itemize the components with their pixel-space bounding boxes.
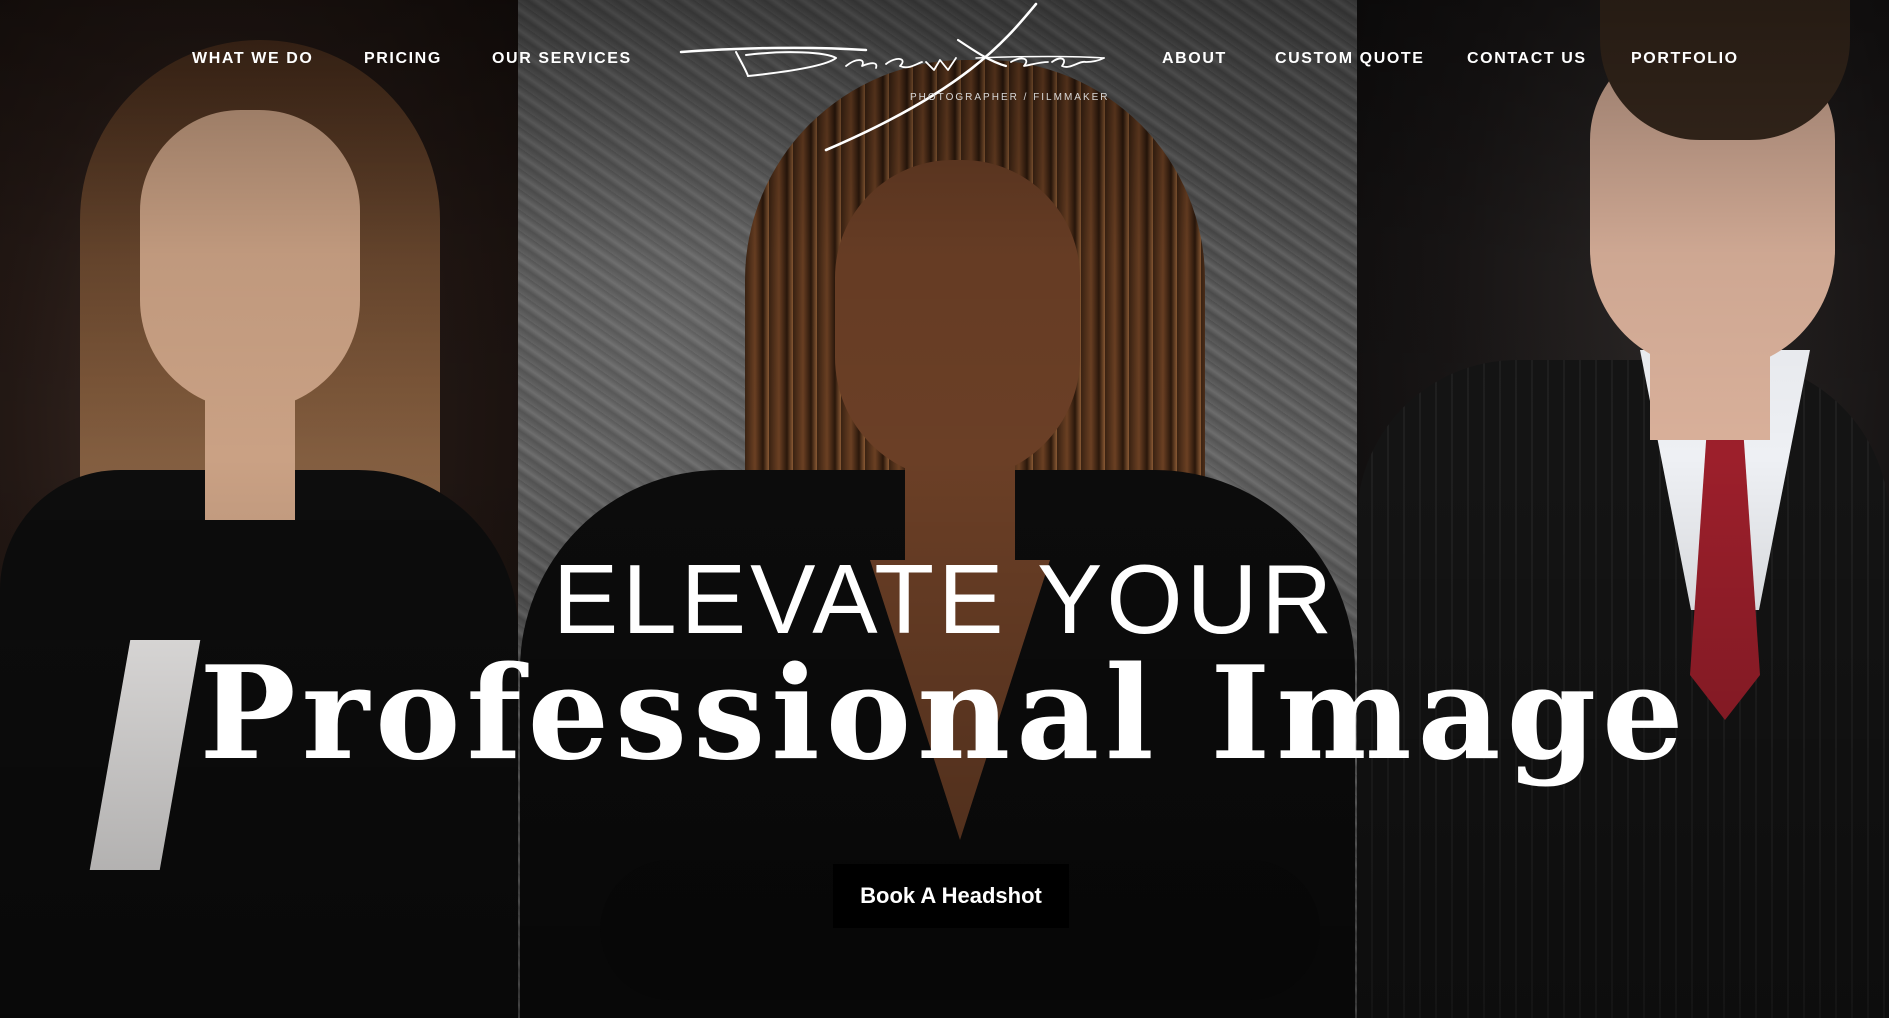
nav-contact-us[interactable]: CONTACT US [1467,50,1587,68]
nav-what-we-do[interactable]: WHAT WE DO [192,50,313,68]
nav-about[interactable]: ABOUT [1162,50,1227,68]
headline-top: ELEVATE YOUR [552,544,1337,654]
nav-custom-quote[interactable]: CUSTOM QUOTE [1275,50,1425,68]
logo-tagline: PHOTOGRAPHER / FILMMAKER [910,92,1110,103]
hero-section: WHAT WE DO PRICING OUR SERVICES PHOTOGRA… [0,0,1889,1018]
book-headshot-button[interactable]: Book A Headshot [833,864,1069,928]
nav-our-services[interactable]: OUR SERVICES [492,50,632,68]
headline-main: Professional Image [199,639,1690,789]
nav-portfolio[interactable]: PORTFOLIO [1631,50,1739,68]
nav-pricing[interactable]: PRICING [364,50,442,68]
drew-xeron-logo[interactable] [676,0,1106,155]
